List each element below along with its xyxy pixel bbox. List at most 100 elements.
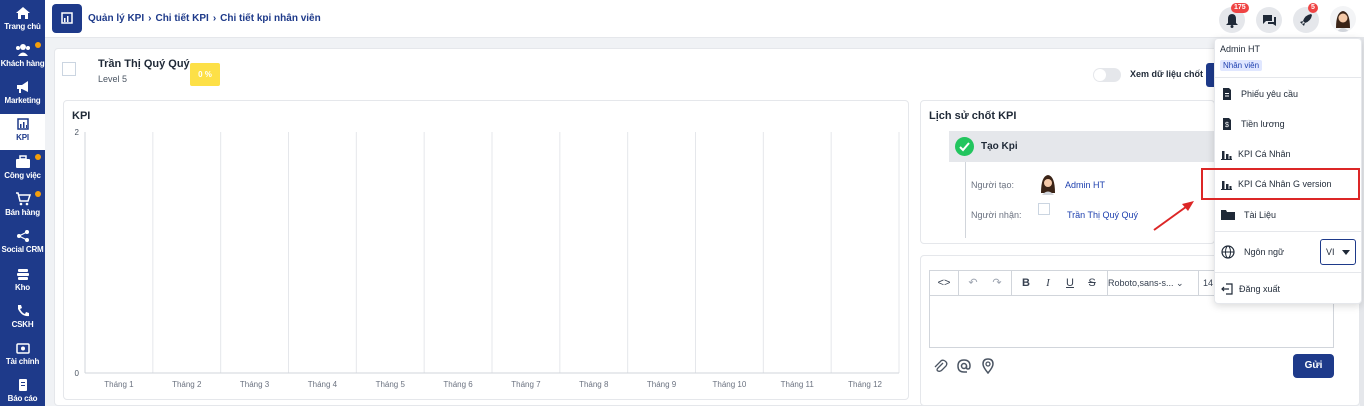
megaphone-icon (16, 81, 28, 93)
creator-label: Người tạo: (971, 180, 1014, 190)
font-size-select[interactable]: 14 (1203, 270, 1213, 296)
kpi-percent-badge: 0 % (190, 63, 220, 86)
employee-avatar-image (62, 62, 76, 76)
sidebar-item-reports[interactable]: Báo cáo (0, 375, 45, 406)
attachment-icon[interactable] (932, 358, 948, 374)
menu-item-documents[interactable]: Tài Liệu (1214, 201, 1362, 229)
breadcrumb-item[interactable]: Quản lý KPI (88, 13, 144, 24)
breadcrumb-item[interactable]: Chi tiết KPI (155, 13, 208, 24)
sidebar-item-customers[interactable]: Khách hàng (0, 40, 45, 76)
dropdown-user-name: Admin HT (1220, 44, 1261, 54)
view-closed-data-toggle[interactable] (1093, 68, 1121, 82)
annotation-arrow (1153, 201, 1194, 231)
sidebar-item-sales[interactable]: Bán hàng (0, 189, 45, 225)
app-logo[interactable] (52, 4, 82, 33)
sidebar-item-label: KPI (16, 133, 29, 142)
creator-avatar (1038, 173, 1058, 195)
salary-icon: $ (1223, 118, 1231, 130)
font-family-value: Roboto,sans-s... (1108, 278, 1174, 288)
cart-icon (15, 192, 31, 206)
y-tick-label: 2 (75, 128, 80, 137)
x-tick-label: Tháng 7 (511, 380, 541, 389)
divider (1214, 272, 1362, 273)
dropdown-user-role-badge: Nhân viên (1220, 60, 1263, 71)
check-icon (955, 137, 974, 156)
share-icon (16, 230, 29, 242)
x-tick-label: Tháng 8 (579, 380, 609, 389)
avatar-icon (1336, 11, 1350, 32)
sidebar-item-marketing[interactable]: Marketing (0, 77, 45, 113)
sidebar-item-label: Tài chính (5, 357, 40, 366)
sidebar-item-kpi[interactable]: KPI (0, 114, 45, 150)
sidebar-item-warehouse[interactable]: Kho (0, 264, 45, 300)
language-select-value: VI (1326, 247, 1335, 257)
x-tick-label: Tháng 9 (647, 380, 677, 389)
code-icon: <> (937, 277, 951, 289)
top-header: Quản lý KPI › Chi tiết KPI › Chi tiết kpi nh… (45, 0, 1364, 38)
bold-button[interactable]: B (1014, 271, 1038, 295)
x-tick-label: Tháng 1 (104, 380, 134, 389)
briefcase-icon (15, 155, 30, 168)
employee-level: Level 5 (98, 74, 128, 84)
home-icon (15, 7, 30, 19)
receiver-name-link[interactable]: Trần Thị Quý Quý (1067, 210, 1138, 220)
receiver-label: Người nhận: (971, 210, 1022, 220)
x-tick-label: Tháng 6 (443, 380, 473, 389)
send-button[interactable]: Gửi (1293, 354, 1334, 378)
creator-name-link[interactable]: Admin HT (1065, 180, 1105, 190)
bold-icon: B (1022, 277, 1030, 289)
x-tick-label: Tháng 5 (376, 380, 406, 389)
chevron-right-icon: › (212, 13, 217, 24)
x-tick-label: Tháng 12 (848, 380, 882, 389)
sidebar-item-label: Social CRM (1, 245, 44, 254)
sidebar-item-cskh[interactable]: CSKH (0, 301, 45, 337)
notification-button[interactable]: 175 (1219, 3, 1249, 33)
timeline-line (965, 162, 966, 238)
employee-name: Trần Thị Quý Quý (98, 58, 190, 70)
sidebar-item-social-crm[interactable]: Social CRM (0, 226, 45, 262)
menu-item-request-form[interactable]: Phiếu yêu cầu (1214, 80, 1362, 108)
font-family-select[interactable]: Roboto,sans-s... ⌄ (1108, 270, 1184, 296)
chevron-down-icon: ⌄ (1176, 278, 1184, 288)
phone-icon (17, 305, 29, 317)
rocket-count-badge: 5 (1308, 3, 1318, 13)
sidebar-item-home[interactable]: Trang chủ (0, 3, 45, 39)
x-tick-label: Tháng 10 (713, 380, 747, 389)
divider (1214, 231, 1362, 232)
redo-icon: ↷ (992, 277, 1002, 289)
report-icon (18, 379, 27, 391)
user-avatar[interactable] (1330, 6, 1356, 32)
menu-item-salary[interactable]: $ Tiền lương (1214, 110, 1362, 138)
notification-dot (35, 42, 41, 48)
sidebar-item-tasks[interactable]: Công việc (0, 152, 45, 188)
bar-chart-icon (1221, 151, 1232, 160)
redo-button[interactable]: ↷ (985, 271, 1009, 295)
toolbar-divider (1198, 271, 1199, 295)
sidebar-item-finance[interactable]: Tài chính (0, 338, 45, 374)
undo-button[interactable]: ↶ (961, 271, 985, 295)
document-icon (1223, 88, 1231, 100)
toggle-label: Xem dữ liệu chốt (1130, 69, 1204, 79)
sidebar: Trang chủ Khách hàng Marketing KPI Công … (0, 0, 45, 406)
chat-icon (1263, 15, 1276, 26)
bar-chart-icon (61, 12, 73, 24)
undo-icon: ↶ (968, 277, 978, 289)
sidebar-item-label: Khách hàng (0, 59, 45, 68)
rocket-button[interactable]: 5 (1293, 3, 1319, 33)
language-select[interactable]: VI (1320, 239, 1356, 265)
receiver-avatar-image (1038, 203, 1050, 215)
sidebar-item-label: Bán hàng (5, 208, 40, 217)
menu-item-logout[interactable]: Đăng xuất (1214, 275, 1362, 303)
menu-item-personal-kpi[interactable]: KPI Cá Nhân (1214, 140, 1362, 168)
chat-button[interactable] (1256, 7, 1282, 33)
location-icon[interactable] (980, 358, 996, 374)
x-tick-label: Tháng 4 (308, 380, 338, 389)
sidebar-item-label: Kho (15, 283, 30, 292)
italic-button[interactable]: I (1036, 271, 1060, 295)
sidebar-item-label: Marketing (4, 96, 41, 105)
strikethrough-button[interactable]: S (1080, 271, 1104, 295)
code-view-button[interactable]: <> (932, 271, 956, 295)
mention-icon[interactable] (956, 358, 972, 374)
avatar-icon (1041, 175, 1055, 195)
underline-button[interactable]: U (1058, 271, 1082, 295)
